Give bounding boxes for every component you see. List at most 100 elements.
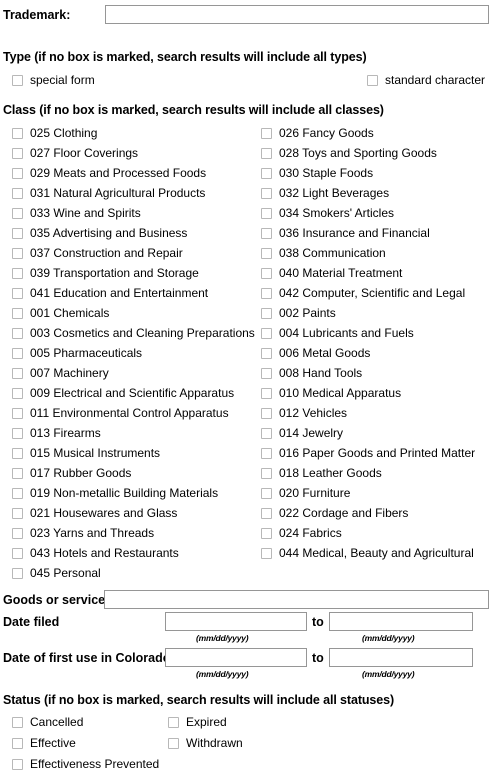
class-option[interactable]: 020 Furniture bbox=[261, 487, 350, 500]
class-option[interactable]: 012 Vehicles bbox=[261, 407, 347, 420]
class-option[interactable]: 013 Firearms bbox=[12, 427, 101, 440]
type-option-standard-character[interactable]: standard character bbox=[367, 74, 485, 87]
type-option-special-form[interactable]: special form bbox=[12, 74, 95, 87]
checkbox-class-10-0[interactable] bbox=[12, 328, 23, 339]
checkbox-class-1-0[interactable] bbox=[12, 148, 23, 159]
class-option[interactable]: 007 Machinery bbox=[12, 367, 109, 380]
checkbox-class-16-0[interactable] bbox=[12, 448, 23, 459]
status-option[interactable]: Cancelled bbox=[12, 716, 83, 729]
checkbox-class-20-0[interactable] bbox=[12, 528, 23, 539]
checkbox-class-22-0[interactable] bbox=[12, 568, 23, 579]
checkbox-class-18-0[interactable] bbox=[12, 488, 23, 499]
class-option[interactable]: 002 Paints bbox=[261, 307, 336, 320]
class-option[interactable]: 042 Computer, Scientific and Legal bbox=[261, 287, 465, 300]
checkbox-status-1-1[interactable] bbox=[168, 738, 179, 749]
class-option[interactable]: 021 Housewares and Glass bbox=[12, 507, 177, 520]
checkbox-class-8-1[interactable] bbox=[261, 288, 272, 299]
date-filed-to-input[interactable] bbox=[329, 612, 473, 631]
checkbox-class-11-0[interactable] bbox=[12, 348, 23, 359]
class-option[interactable]: 025 Clothing bbox=[12, 127, 97, 140]
checkbox-class-4-1[interactable] bbox=[261, 208, 272, 219]
checkbox-class-12-1[interactable] bbox=[261, 368, 272, 379]
checkbox-class-7-1[interactable] bbox=[261, 268, 272, 279]
checkbox-class-0-1[interactable] bbox=[261, 128, 272, 139]
class-option[interactable]: 003 Cosmetics and Cleaning Preparations bbox=[12, 327, 255, 340]
class-option[interactable]: 034 Smokers' Articles bbox=[261, 207, 394, 220]
checkbox-class-15-1[interactable] bbox=[261, 428, 272, 439]
checkbox-class-13-0[interactable] bbox=[12, 388, 23, 399]
checkbox-status-1-0[interactable] bbox=[12, 738, 23, 749]
checkbox-class-4-0[interactable] bbox=[12, 208, 23, 219]
checkbox-standard-character[interactable] bbox=[367, 75, 378, 86]
class-option[interactable]: 024 Fabrics bbox=[261, 527, 342, 540]
checkbox-class-14-0[interactable] bbox=[12, 408, 23, 419]
class-option[interactable]: 028 Toys and Sporting Goods bbox=[261, 147, 437, 160]
checkbox-class-21-1[interactable] bbox=[261, 548, 272, 559]
class-option[interactable]: 045 Personal bbox=[12, 567, 101, 580]
checkbox-class-6-0[interactable] bbox=[12, 248, 23, 259]
trademark-input[interactable] bbox=[105, 5, 489, 24]
class-option[interactable]: 009 Electrical and Scientific Apparatus bbox=[12, 387, 234, 400]
checkbox-class-21-0[interactable] bbox=[12, 548, 23, 559]
class-option[interactable]: 041 Education and Entertainment bbox=[12, 287, 208, 300]
checkbox-class-12-0[interactable] bbox=[12, 368, 23, 379]
checkbox-class-9-0[interactable] bbox=[12, 308, 23, 319]
checkbox-class-2-1[interactable] bbox=[261, 168, 272, 179]
checkbox-class-9-1[interactable] bbox=[261, 308, 272, 319]
class-option[interactable]: 035 Advertising and Business bbox=[12, 227, 187, 240]
class-option[interactable]: 006 Metal Goods bbox=[261, 347, 370, 360]
class-option[interactable]: 005 Pharmaceuticals bbox=[12, 347, 142, 360]
checkbox-class-13-1[interactable] bbox=[261, 388, 272, 399]
class-option[interactable]: 018 Leather Goods bbox=[261, 467, 382, 480]
checkbox-class-3-1[interactable] bbox=[261, 188, 272, 199]
checkbox-class-7-0[interactable] bbox=[12, 268, 23, 279]
checkbox-class-8-0[interactable] bbox=[12, 288, 23, 299]
checkbox-class-19-0[interactable] bbox=[12, 508, 23, 519]
checkbox-class-14-1[interactable] bbox=[261, 408, 272, 419]
checkbox-class-20-1[interactable] bbox=[261, 528, 272, 539]
class-option[interactable]: 036 Insurance and Financial bbox=[261, 227, 430, 240]
checkbox-class-5-1[interactable] bbox=[261, 228, 272, 239]
class-option[interactable]: 027 Floor Coverings bbox=[12, 147, 138, 160]
checkbox-class-3-0[interactable] bbox=[12, 188, 23, 199]
class-option[interactable]: 023 Yarns and Threads bbox=[12, 527, 154, 540]
class-option[interactable]: 039 Transportation and Storage bbox=[12, 267, 199, 280]
class-option[interactable]: 032 Light Beverages bbox=[261, 187, 389, 200]
checkbox-class-1-1[interactable] bbox=[261, 148, 272, 159]
class-option[interactable]: 010 Medical Apparatus bbox=[261, 387, 401, 400]
class-option[interactable]: 019 Non-metallic Building Materials bbox=[12, 487, 218, 500]
status-option[interactable]: Withdrawn bbox=[168, 737, 243, 750]
status-option[interactable]: Expired bbox=[168, 716, 227, 729]
checkbox-class-6-1[interactable] bbox=[261, 248, 272, 259]
checkbox-class-17-0[interactable] bbox=[12, 468, 23, 479]
checkbox-class-16-1[interactable] bbox=[261, 448, 272, 459]
checkbox-class-10-1[interactable] bbox=[261, 328, 272, 339]
checkbox-class-2-0[interactable] bbox=[12, 168, 23, 179]
checkbox-status-0-1[interactable] bbox=[168, 717, 179, 728]
class-option[interactable]: 001 Chemicals bbox=[12, 307, 109, 320]
date-filed-from-input[interactable] bbox=[165, 612, 307, 631]
checkbox-status-0-0[interactable] bbox=[12, 717, 23, 728]
checkbox-class-17-1[interactable] bbox=[261, 468, 272, 479]
class-option[interactable]: 043 Hotels and Restaurants bbox=[12, 547, 179, 560]
checkbox-class-11-1[interactable] bbox=[261, 348, 272, 359]
checkbox-class-5-0[interactable] bbox=[12, 228, 23, 239]
class-option[interactable]: 038 Communication bbox=[261, 247, 386, 260]
class-option[interactable]: 008 Hand Tools bbox=[261, 367, 362, 380]
class-option[interactable]: 030 Staple Foods bbox=[261, 167, 373, 180]
checkbox-class-18-1[interactable] bbox=[261, 488, 272, 499]
class-option[interactable]: 004 Lubricants and Fuels bbox=[261, 327, 414, 340]
checkbox-class-0-0[interactable] bbox=[12, 128, 23, 139]
goods-or-service-input[interactable] bbox=[104, 590, 489, 609]
checkbox-special-form[interactable] bbox=[12, 75, 23, 86]
class-option[interactable]: 026 Fancy Goods bbox=[261, 127, 374, 140]
status-option[interactable]: Effectiveness Prevented bbox=[12, 758, 159, 771]
class-option[interactable]: 040 Material Treatment bbox=[261, 267, 402, 280]
class-option[interactable]: 015 Musical Instruments bbox=[12, 447, 160, 460]
class-option[interactable]: 014 Jewelry bbox=[261, 427, 343, 440]
class-option[interactable]: 031 Natural Agricultural Products bbox=[12, 187, 205, 200]
class-option[interactable]: 022 Cordage and Fibers bbox=[261, 507, 408, 520]
checkbox-class-19-1[interactable] bbox=[261, 508, 272, 519]
date-first-use-to-input[interactable] bbox=[329, 648, 473, 667]
status-option[interactable]: Effective bbox=[12, 737, 76, 750]
